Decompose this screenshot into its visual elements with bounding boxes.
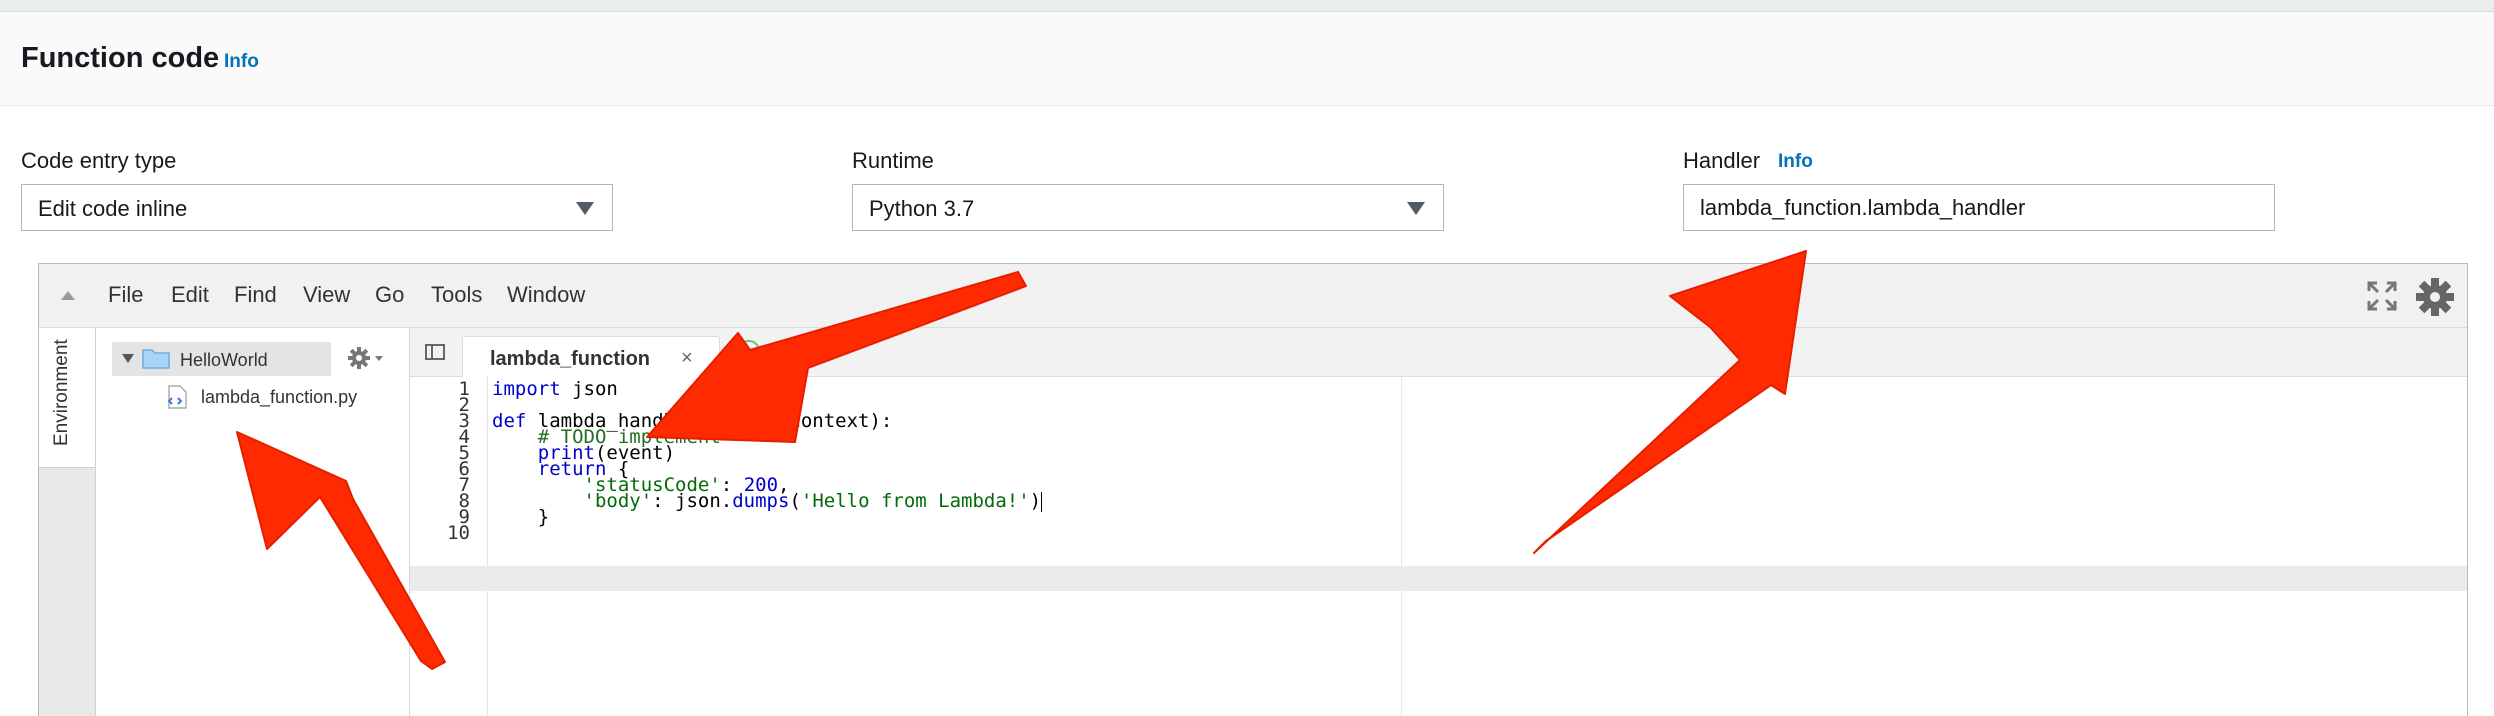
chevron-down-icon xyxy=(1407,202,1425,215)
menu-view[interactable]: View xyxy=(303,282,350,308)
collapse-toggle-icon[interactable] xyxy=(61,291,75,300)
new-tab-icon[interactable] xyxy=(738,340,760,362)
file-tree: HelloWorld lambda_function.py xyxy=(96,328,410,716)
page-title: Function code xyxy=(21,42,220,74)
gear-icon[interactable] xyxy=(2415,277,2455,317)
ide-menubar: File Edit Find View Go Tools Window xyxy=(39,264,2467,328)
code-editor-ide: File Edit Find View Go Tools Window Envi… xyxy=(38,263,2468,716)
handler-label: Handler xyxy=(1683,148,1761,173)
code-entry-type-label: Code entry type xyxy=(21,148,177,173)
text-cursor xyxy=(1041,491,1043,512)
menu-find[interactable]: Find xyxy=(234,282,277,308)
editor-tab-lambda-function[interactable]: lambda_function × xyxy=(462,336,720,378)
code-token: json xyxy=(560,378,618,400)
code-line-9: } xyxy=(492,506,550,528)
tree-item-root[interactable]: HelloWorld xyxy=(112,342,331,376)
close-icon[interactable]: × xyxy=(681,347,693,370)
active-line-highlight xyxy=(410,566,2467,591)
code-token: 'Hello from Lambda!' xyxy=(800,490,1030,512)
top-band xyxy=(0,0,2494,12)
folder-icon xyxy=(142,349,170,369)
chevron-down-icon xyxy=(576,202,594,215)
tab-list-icon[interactable] xyxy=(424,343,446,361)
line-number: 10 xyxy=(447,522,470,544)
section-header xyxy=(0,12,2494,106)
code-entry-type-value: Edit code inline xyxy=(38,196,188,221)
tree-file-label[interactable]: lambda_function.py xyxy=(201,387,357,408)
editor-tab-strip: lambda_function × xyxy=(410,328,2467,378)
code-token: 'body' xyxy=(583,490,653,512)
code-line-8: 'body': json.dumps('Hello from Lambda!') xyxy=(492,490,1043,512)
tree-root-label: HelloWorld xyxy=(180,350,268,370)
menu-edit[interactable]: Edit xyxy=(171,282,209,308)
python-file-icon xyxy=(167,385,187,409)
code-token: ) xyxy=(1029,490,1042,512)
environment-tab[interactable]: Environment xyxy=(39,328,95,468)
handler-input[interactable] xyxy=(1683,184,2275,231)
editor-tab-label: lambda_function xyxy=(490,348,651,370)
tree-settings-icon[interactable] xyxy=(348,346,386,370)
code-token: import xyxy=(492,378,561,400)
print-margin xyxy=(1401,377,1402,716)
runtime-label: Runtime xyxy=(852,148,934,173)
code-token: dumps xyxy=(732,490,790,512)
caret-down-icon[interactable] xyxy=(122,354,134,363)
menu-tools[interactable]: Tools xyxy=(431,282,482,308)
environment-side-strip: Environment xyxy=(39,328,96,716)
handler-info-link[interactable]: Info xyxy=(1778,151,1813,173)
function-code-info-link[interactable]: Info xyxy=(224,51,259,73)
code-token: ( xyxy=(789,490,801,512)
runtime-value: Python 3.7 xyxy=(869,196,975,221)
code-entry-type-select[interactable]: Edit code inline xyxy=(21,184,613,231)
menu-file[interactable]: File xyxy=(108,282,143,308)
code-line-1: import json xyxy=(492,378,618,400)
environment-tab-label: Environment xyxy=(51,339,72,446)
menu-go[interactable]: Go xyxy=(375,282,404,308)
code-token: : json. xyxy=(652,490,733,512)
menu-window[interactable]: Window xyxy=(507,282,585,308)
fullscreen-icon[interactable] xyxy=(2367,281,2397,311)
runtime-select[interactable]: Python 3.7 xyxy=(852,184,1444,231)
